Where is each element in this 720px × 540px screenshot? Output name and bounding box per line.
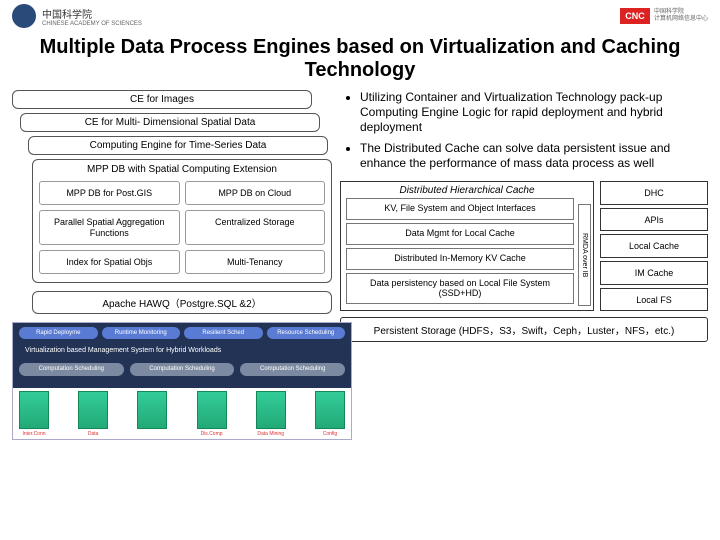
mpp-db-head: MPP DB with Spatial Computing Extension [33, 160, 331, 179]
server-label: Dis.Comp [197, 431, 227, 437]
server-label: Data Mining [256, 431, 286, 437]
dhc-row: KV, File System and Object Interfaces [346, 198, 574, 220]
server-icon [78, 391, 108, 429]
bullet-list: Utilizing Container and Virtualization T… [350, 90, 708, 171]
server-label: Config [315, 431, 345, 437]
apache-hawq: Apache HAWQ（Postgre.SQL &2） [32, 291, 332, 314]
mpp-cell: Centralized Storage [185, 210, 326, 245]
diagram-cap: Resilient Sched [184, 327, 263, 339]
dhc-head: Distributed Hierarchical Cache [344, 185, 590, 198]
diagram-cap: Resource Scheduling [267, 327, 346, 339]
dhc-block: Distributed Hierarchical Cache KV, File … [340, 181, 594, 311]
org-name-en: CHINESE ACADEMY OF SCIENCES [42, 21, 142, 27]
ce-images: CE for Images [12, 90, 312, 109]
server-label: Data [78, 431, 108, 437]
persistent-storage: Persistent Storage (HDFS，S3，Swift，Ceph，L… [340, 317, 708, 342]
diagram-sched: Computation Scheduling [130, 363, 235, 375]
dhc-row: Data persistency based on Local File Sys… [346, 273, 574, 305]
dhc-tag: DHC [600, 181, 708, 205]
diagram-cap: Runtime Monitoring [102, 327, 181, 339]
ce-multi-dim: CE for Multi- Dimensional Spatial Data [20, 113, 320, 132]
logo-left: 中国科学院 CHINESE ACADEMY OF SCIENCES [12, 4, 142, 28]
mpp-cell: MPP DB on Cloud [185, 181, 326, 205]
dhc-tag: APIs [600, 208, 708, 232]
server-icon [137, 391, 167, 429]
mpp-db-box: MPP DB with Spatial Computing Extension … [32, 159, 332, 283]
diagram-cap: Rapid Deployme [19, 327, 98, 339]
page-title: Multiple Data Process Engines based on V… [0, 32, 720, 90]
dhc-tag: Local Cache [600, 234, 708, 258]
cnc-text-1: 中国科学院 [654, 9, 708, 16]
cas-logo-icon [12, 4, 36, 28]
server-icon [315, 391, 345, 429]
cnc-mark: CNC [620, 8, 650, 24]
org-name-ch: 中国科学院 [42, 6, 142, 21]
diagram-label: Virtualization based Management System f… [25, 347, 221, 354]
server-icon [256, 391, 286, 429]
dhc-tag: Local FS [600, 288, 708, 312]
server-icon [19, 391, 49, 429]
server-label: Inter.Conn [19, 431, 49, 437]
mpp-cell: Index for Spatial Objs [39, 250, 180, 274]
header: 中国科学院 CHINESE ACADEMY OF SCIENCES CNC 中国… [0, 0, 720, 32]
virtualization-diagram: Rapid Deployme Runtime Monitoring Resili… [12, 322, 352, 440]
server-icon [197, 391, 227, 429]
cnc-text-2: 计算机网络信息中心 [654, 16, 708, 23]
dhc-tag: IM Cache [600, 261, 708, 285]
ce-time-series: Computing Engine for Time-Series Data [28, 136, 328, 155]
mpp-cell: Parallel Spatial Aggregation Functions [39, 210, 180, 245]
bullet: The Distributed Cache can solve data per… [360, 141, 708, 171]
dhc-row: Data Mgmt for Local Cache [346, 223, 574, 245]
dhc-row: Distributed In-Memory KV Cache [346, 248, 574, 270]
bullet: Utilizing Container and Virtualization T… [360, 90, 708, 135]
engine-stack: CE for Images CE for Multi- Dimensional … [12, 90, 332, 314]
logo-right: CNC 中国科学院 计算机网络信息中心 [620, 8, 708, 24]
diagram-sched: Computation Scheduling [240, 363, 345, 375]
diagram-sched: Computation Scheduling [19, 363, 124, 375]
rmda-label: RMDA over IB [578, 204, 591, 306]
mpp-cell: Multi-Tenancy [185, 250, 326, 274]
mpp-cell: MPP DB for Post.GIS [39, 181, 180, 205]
